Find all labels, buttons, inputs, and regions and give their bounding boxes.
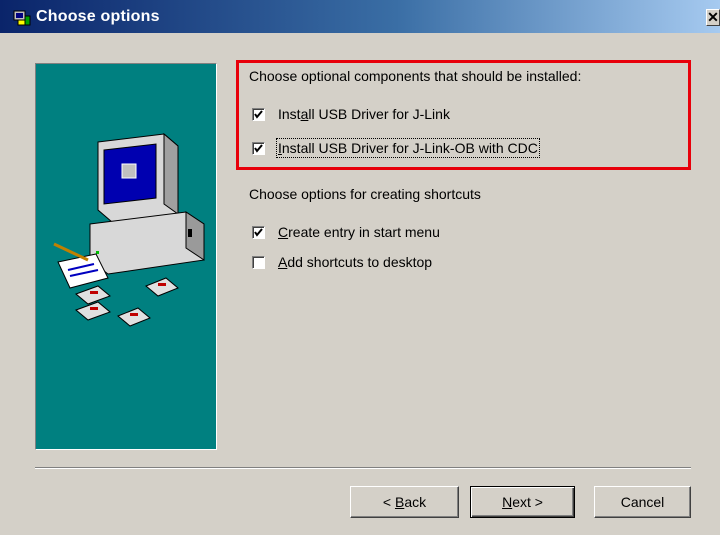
start-menu-label[interactable]: Create entry in start menu: [278, 224, 440, 240]
close-icon: ✕: [707, 9, 719, 25]
desktop-shortcut-label[interactable]: Add shortcuts to desktop: [278, 254, 432, 270]
footer-separator: [35, 467, 691, 469]
usb-driver-jlink-ob-cdc-label[interactable]: Install USB Driver for J-Link-OB with CD…: [276, 138, 540, 158]
cancel-button[interactable]: Cancel: [594, 486, 691, 518]
usb-driver-jlink-label[interactable]: Install USB Driver for J-Link: [278, 106, 450, 122]
checkmark-icon: [254, 228, 263, 237]
close-button[interactable]: ✕: [706, 9, 720, 26]
setup-app-icon: [13, 10, 31, 26]
usb-driver-jlink-ob-cdc-checkbox[interactable]: [252, 142, 265, 155]
setup-illustration-panel: [35, 63, 217, 450]
desktop-shortcut-checkbox[interactable]: [252, 256, 265, 269]
start-menu-checkbox[interactable]: [252, 226, 265, 239]
setup-dialog: Choose options ✕ Choose optional compone…: [0, 0, 720, 535]
window-title: Choose options: [36, 8, 160, 25]
back-button[interactable]: < Back: [350, 486, 459, 518]
title-bar[interactable]: Choose options ✕: [0, 0, 720, 33]
next-button[interactable]: Next >: [470, 486, 575, 518]
shortcuts-heading: Choose options for creating shortcuts: [249, 186, 481, 202]
computer-illustration: [53, 132, 205, 327]
components-heading: Choose optional components that should b…: [249, 68, 582, 84]
usb-driver-jlink-checkbox[interactable]: [252, 108, 265, 121]
checkmark-icon: [254, 144, 263, 153]
checkmark-icon: [254, 110, 263, 119]
